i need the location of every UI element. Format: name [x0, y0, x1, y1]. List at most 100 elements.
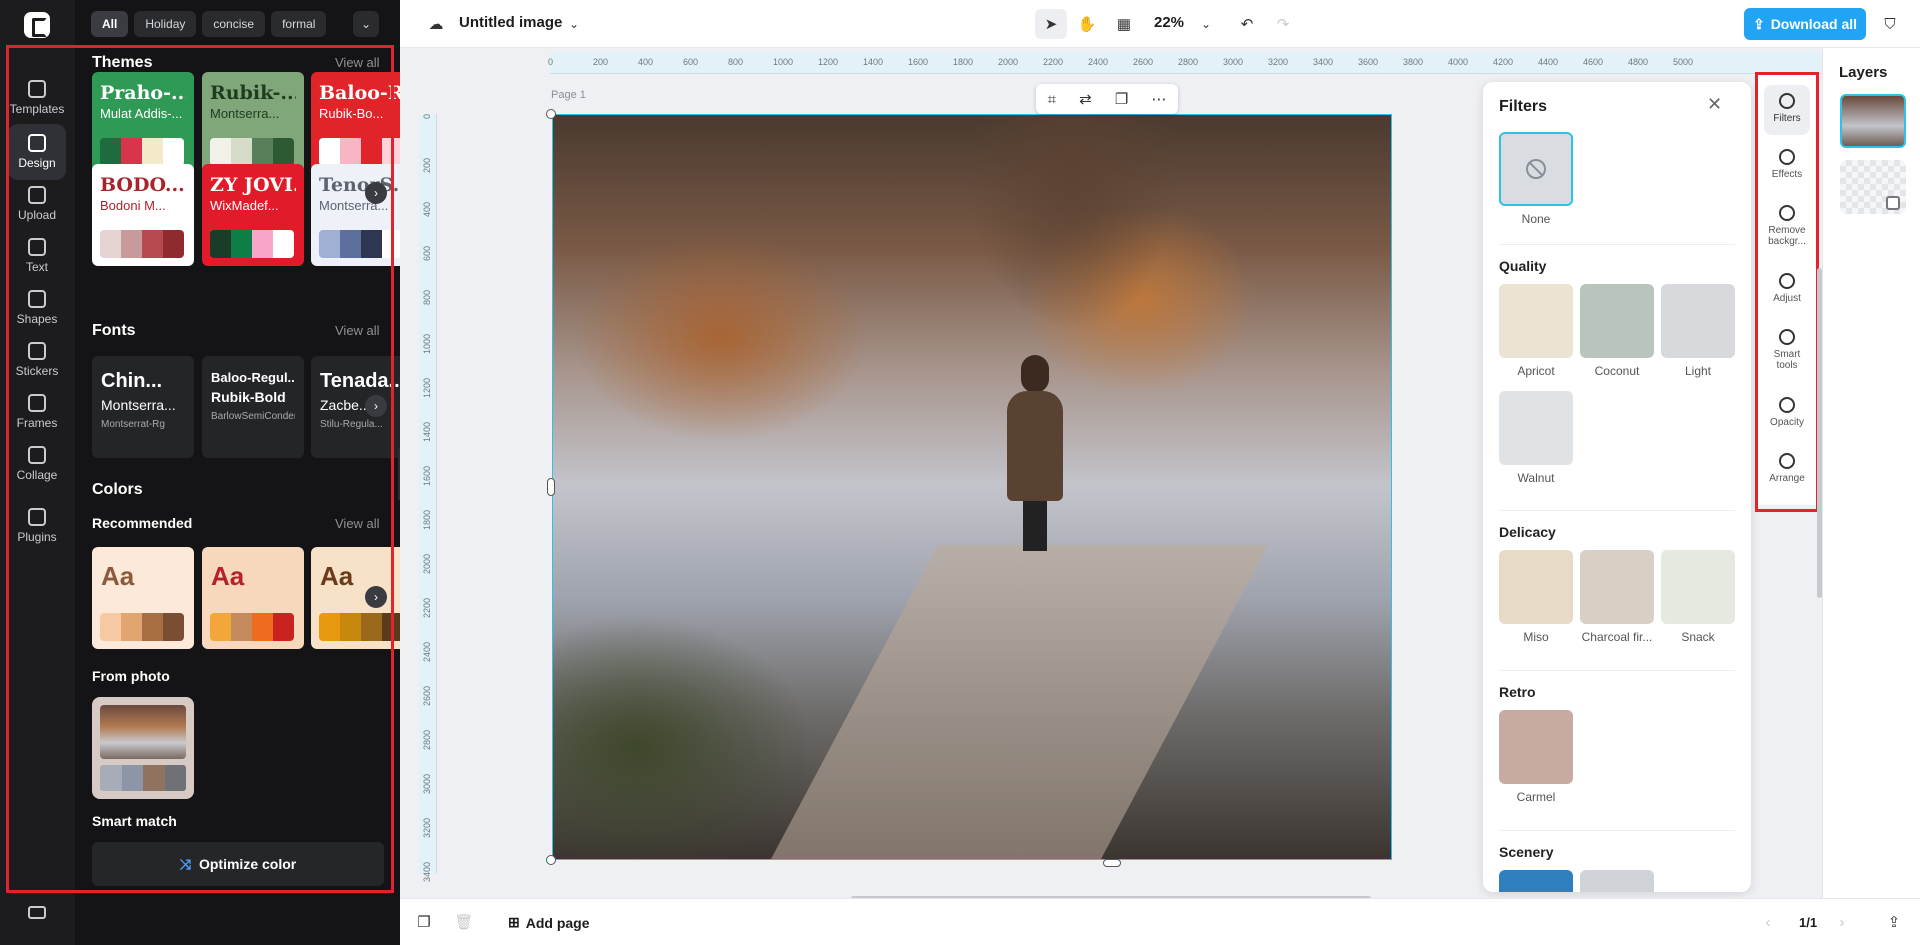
- sidebar-item-label: Design: [18, 156, 56, 170]
- filter-charcoal-fir[interactable]: Charcoal fir...: [1580, 550, 1654, 644]
- sidebar-item-frames[interactable]: Frames: [8, 384, 66, 440]
- filter-section-title: Scenery: [1499, 844, 1554, 860]
- tool-arrange[interactable]: Arrange: [1764, 445, 1810, 495]
- replace-icon[interactable]: ⇄: [1079, 90, 1092, 108]
- ruler-tick-label: 2400: [422, 642, 432, 663]
- next-page-icon[interactable]: ›: [1826, 907, 1858, 937]
- photo-person: [1007, 355, 1063, 555]
- ruler-tick-label: 400: [422, 202, 432, 218]
- filter-thumb: [1499, 710, 1573, 784]
- layer-image[interactable]: [1840, 94, 1906, 148]
- copy-page-icon[interactable]: ❐: [408, 907, 440, 937]
- photo-palette-card[interactable]: [92, 697, 194, 799]
- app-logo-icon[interactable]: [24, 12, 50, 38]
- delete-icon[interactable]: 🗑: [448, 907, 480, 937]
- prev-page-icon[interactable]: ‹: [1752, 907, 1784, 937]
- redo-icon[interactable]: ↷: [1267, 9, 1299, 39]
- undo-icon[interactable]: ↶: [1231, 9, 1263, 39]
- colors-view-all-link[interactable]: View all: [335, 516, 380, 531]
- filter-light[interactable]: Light: [1661, 284, 1735, 378]
- download-all-button[interactable]: ⇪ Download all: [1744, 8, 1866, 40]
- sidebar-item-design[interactable]: Design: [8, 124, 66, 180]
- document-title[interactable]: Untitled image: [459, 14, 562, 31]
- themes-next-arrow-icon[interactable]: ›: [365, 182, 387, 204]
- filter-scenery-thumb[interactable]: [1580, 870, 1654, 892]
- share-icon[interactable]: ⇪: [1878, 907, 1910, 937]
- font-pair-card[interactable]: Baloo-Regul... Rubik-Bold BarlowSemiConden…: [202, 356, 304, 458]
- keyboard-icon[interactable]: [28, 906, 46, 919]
- filter-apricot[interactable]: Apricot: [1499, 284, 1573, 378]
- sidebar-item-templates[interactable]: Templates: [8, 70, 66, 126]
- tool-opacity[interactable]: Opacity: [1764, 389, 1810, 439]
- theme-card[interactable]: Praho-... Mulat Addis-...: [92, 72, 194, 174]
- colors-next-arrow-icon[interactable]: ›: [365, 586, 387, 608]
- tool-smart-tools[interactable]: Smart tools: [1764, 321, 1810, 381]
- zoom-level[interactable]: 22%: [1154, 14, 1184, 31]
- optimize-color-button[interactable]: ⤨ Optimize color: [92, 842, 384, 886]
- tool-effects[interactable]: Effects: [1764, 141, 1810, 191]
- shield-icon[interactable]: ⛉: [1874, 9, 1906, 39]
- color-swatch: [382, 613, 400, 641]
- theme-card[interactable]: BODO... Bodoni M...: [92, 164, 194, 266]
- theme-card[interactable]: ZY JOVI... WixMadef...: [202, 164, 304, 266]
- filter-walnut[interactable]: Walnut: [1499, 391, 1573, 485]
- resize-handle-left[interactable]: [547, 478, 555, 496]
- filter-carmel[interactable]: Carmel: [1499, 710, 1573, 804]
- sidebar-item-text[interactable]: Text: [8, 228, 66, 284]
- chip-formal[interactable]: formal: [271, 11, 327, 37]
- crop-icon[interactable]: ⌗: [1048, 91, 1056, 108]
- layer-background[interactable]: [1840, 160, 1906, 214]
- filter-thumb: [1499, 284, 1573, 358]
- ruler-tick-label: 1000: [773, 57, 794, 67]
- themes-view-all-link[interactable]: View all: [335, 55, 380, 70]
- canvas-image[interactable]: [552, 114, 1392, 860]
- chevron-down-icon[interactable]: ⌄: [353, 11, 379, 37]
- layout-icon[interactable]: ▦: [1108, 9, 1140, 39]
- filter-coconut[interactable]: Coconut: [1580, 284, 1654, 378]
- font-pair-card[interactable]: Chin... Montserra... Montserrat-Rg: [92, 356, 194, 458]
- color-palette-card[interactable]: Aa: [202, 547, 304, 649]
- add-page-button[interactable]: ⊞ Add page: [508, 914, 590, 931]
- ruler-tick-label: 3000: [422, 774, 432, 795]
- close-icon[interactable]: ✕: [1707, 94, 1722, 115]
- fonts-next-arrow-icon[interactable]: ›: [365, 395, 387, 417]
- zoom-chevron-down-icon[interactable]: ⌄: [1190, 9, 1222, 39]
- color-swatch: [273, 230, 294, 258]
- fonts-view-all-link[interactable]: View all: [335, 323, 380, 338]
- color-palette-card[interactable]: Aa: [92, 547, 194, 649]
- select-pointer-icon[interactable]: ➤: [1035, 9, 1067, 39]
- tool-adjust[interactable]: Adjust: [1764, 265, 1810, 315]
- templates-icon: [28, 80, 46, 98]
- filter-miso[interactable]: Miso: [1499, 550, 1573, 644]
- theme-card[interactable]: Baloo-Regu... Rubik-Bo...: [311, 72, 400, 174]
- sidebar-item-shapes[interactable]: Shapes: [8, 280, 66, 336]
- filter-scenery-thumb[interactable]: [1499, 870, 1573, 892]
- filter-thumb: [1580, 284, 1654, 358]
- sidebar-item-stickers[interactable]: Stickers: [8, 332, 66, 388]
- filter-none[interactable]: None: [1499, 132, 1573, 226]
- title-chevron-down-icon[interactable]: ⌄: [558, 9, 590, 39]
- cloud-icon[interactable]: ☁: [420, 9, 452, 39]
- filter-none-thumb: [1499, 132, 1573, 206]
- theme-body-font: WixMadef...: [210, 198, 279, 213]
- theme-card[interactable]: TenorS... Montserra...: [311, 164, 400, 266]
- duplicate-icon[interactable]: ❐: [1115, 90, 1128, 108]
- ruler-tick-label: 1800: [953, 57, 974, 67]
- resize-handle-bottom[interactable]: [1103, 859, 1121, 867]
- font-body: BarlowSemiConden...: [211, 411, 295, 422]
- hand-pan-icon[interactable]: ✋: [1071, 9, 1103, 39]
- chip-all[interactable]: All: [91, 11, 129, 37]
- more-icon[interactable]: ⋯: [1151, 90, 1166, 108]
- sidebar-item-collage[interactable]: Collage: [8, 436, 66, 492]
- chip-concise[interactable]: concise: [202, 11, 266, 37]
- resize-handle-top-left[interactable]: [546, 109, 556, 119]
- sidebar-item-plugins[interactable]: Plugins: [8, 498, 66, 554]
- theme-card[interactable]: Rubik-... Montserra...: [202, 72, 304, 174]
- palette-sample-text: Aa: [211, 561, 245, 591]
- resize-handle-bottom-left[interactable]: [546, 855, 556, 865]
- tool-filters[interactable]: Filters: [1764, 85, 1810, 135]
- sidebar-item-upload[interactable]: Upload: [8, 176, 66, 232]
- filter-snack[interactable]: Snack: [1661, 550, 1735, 644]
- chip-holiday[interactable]: Holiday: [134, 11, 197, 37]
- tool-remove-background[interactable]: Remove backgr...: [1764, 197, 1810, 257]
